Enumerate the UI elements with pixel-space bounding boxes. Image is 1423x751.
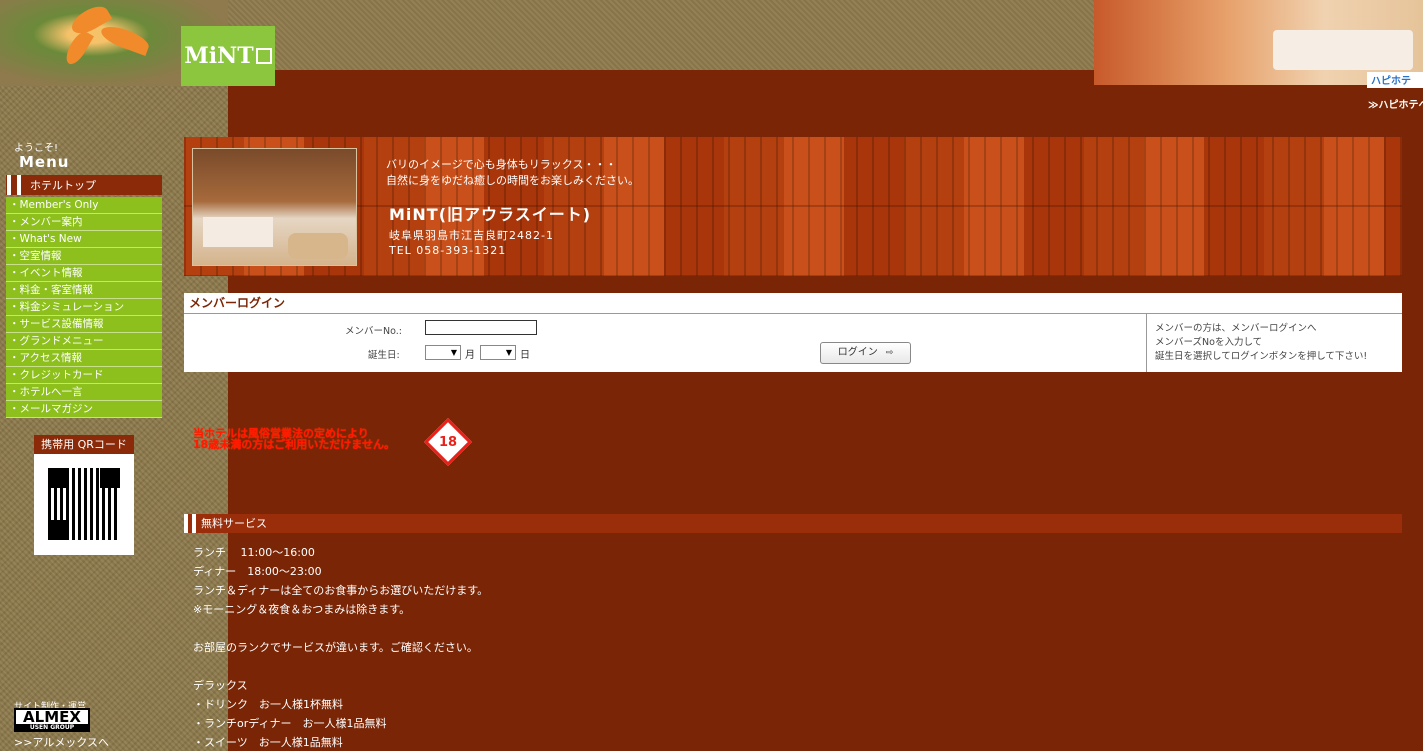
sidebar-item-vacancy[interactable]: ・空室情報 (6, 248, 162, 265)
qr-title: 携帯用 QRコード (34, 435, 134, 454)
banner-text: バリのイメージで心も身体もリラックス・・・ 自然に身をゆだね癒しの時間をお楽しみ… (386, 157, 639, 258)
free-service-title-text: 無料サービス (201, 517, 267, 530)
login-help: メンバーの方は、メンバーログインへ メンバーズNoを入力して 誕生日を選択してロ… (1155, 322, 1367, 364)
sidebar-item-mail-magazine[interactable]: ・メールマガジン (6, 401, 162, 418)
almex-link[interactable]: >>アルメックスへ (14, 734, 109, 750)
hotel-tel: TEL 058-393-1321 (389, 244, 507, 257)
birth-month-select[interactable]: ▼ (425, 345, 461, 360)
service-line (193, 657, 488, 676)
qr-code-icon (48, 468, 120, 540)
login-form: メンバーNo.: 誕生日: ▼ 月 ▼ 日 ログイン ⇨ メンバーの方は、メンバー… (184, 314, 1402, 372)
top-texture-band (228, 0, 1094, 70)
sidebar-item-services[interactable]: ・サービス設備情報 (6, 316, 162, 333)
service-line: デラックス (193, 679, 248, 692)
qr-code-box: 携帯用 QRコード (34, 435, 134, 555)
service-line: ※モーニング＆夜食＆おつまみは除きます。 (193, 603, 411, 616)
menu-title: Menu (19, 153, 70, 171)
happy-hotel-link[interactable]: ≫ハピホテへ (1368, 96, 1423, 111)
sidebar-item-members-only[interactable]: ・Member's Only (6, 197, 162, 214)
service-line: ・ドリンク お一人様1杯無料 (193, 698, 343, 711)
day-unit: 日 (520, 350, 530, 361)
login-help-3: 誕生日を選択してログインボタンを押して下さい! (1155, 351, 1368, 362)
free-service-title: 無料サービス (184, 514, 1402, 533)
age-notice-line-2: 18歳未満の方はご利用いただけません。 (193, 438, 395, 451)
sidebar-item-member-guide[interactable]: ・メンバー案内 (6, 214, 162, 231)
service-line: ランチ 11:00～16:00 (193, 546, 315, 559)
service-line: ・ランチorディナー お一人様1品無料 (193, 717, 387, 730)
service-line: お部屋のランクでサービスが違います。ご確認ください。 (193, 641, 478, 654)
free-service-text: ランチ 11:00～16:00 ディナー 18:00～23:00 ランチ＆ディナ… (193, 543, 488, 751)
logo-mark-icon (255, 48, 272, 64)
age-badge-number: 18 (438, 434, 458, 450)
age-notice: 当ホテルは風俗営業法の定めにより 18歳未満の方はご利用いただけません。 (193, 428, 395, 450)
login-title: メンバーログイン (184, 293, 1402, 314)
member-no-input[interactable] (425, 320, 537, 335)
hotel-logo[interactable]: MiNT (181, 26, 275, 86)
hotel-top-label: ホテルトップ (30, 179, 96, 192)
bars-icon (7, 175, 21, 195)
sidebar-item-message[interactable]: ・ホテルへ一言 (6, 384, 162, 401)
login-button[interactable]: ログイン ⇨ (820, 342, 911, 364)
bed-shape (1273, 30, 1413, 70)
service-line (193, 619, 488, 638)
birth-day-select[interactable]: ▼ (480, 345, 516, 360)
happy-hotel-banner[interactable]: ハピホテ (1367, 72, 1423, 88)
service-line: ・スイーツ お一人様1品無料 (193, 736, 343, 749)
bars-icon (184, 514, 196, 533)
login-help-1: メンバーの方は、メンバーログインへ (1155, 323, 1317, 334)
hotel-name: MiNT(旧アウラスイート) (389, 205, 592, 224)
welcome-text: ようこそ! (14, 143, 59, 154)
month-unit: 月 (465, 350, 475, 361)
birthday-label: 誕生日: (368, 350, 400, 361)
logo-text: MiNT (184, 43, 254, 69)
sidebar-item-credit-card[interactable]: ・クレジットカード (6, 367, 162, 384)
sidebar-item-events[interactable]: ・イベント情報 (6, 265, 162, 282)
service-line: ディナー 18:00～23:00 (193, 565, 322, 578)
arrow-right-icon: ⇨ (885, 348, 894, 358)
sidebar-item-access[interactable]: ・アクセス情報 (6, 350, 162, 367)
login-button-label: ログイン (837, 347, 878, 358)
room-thumbnail (192, 148, 357, 266)
sidebar-item-rate-simulation[interactable]: ・料金シミュレーション (6, 299, 162, 316)
service-line: ランチ＆ディナーは全てのお食事からお選びいただけます。 (193, 584, 489, 597)
hotel-banner: バリのイメージで心も身体もリラックス・・・ 自然に身をゆだね癒しの時間をお楽しみ… (184, 137, 1402, 276)
tagline-2: 自然に身をゆだね癒しの時間をお楽しみください。 (386, 174, 639, 187)
member-no-label: メンバーNo.: (345, 326, 402, 337)
sidebar-item-rates-rooms[interactable]: ・料金・客室情報 (6, 282, 162, 299)
sidebar-item-hotel-top[interactable]: ホテルトップ (6, 175, 162, 195)
login-help-2: メンバーズNoを入力して (1155, 337, 1263, 348)
sidebar-item-grand-menu[interactable]: ・グランドメニュー (6, 333, 162, 350)
sidebar-menu: ・Member's Only ・メンバー案内 ・What's New ・空室情報… (6, 197, 162, 418)
age-18-icon: 18 (423, 417, 473, 467)
hotel-address: 岐阜県羽島市江吉良町2482-1 (389, 229, 554, 242)
almex-logo[interactable]: ALMEX USEN GROUP (14, 708, 90, 732)
tagline-1: バリのイメージで心も身体もリラックス・・・ (386, 158, 617, 171)
sidebar-item-whats-new[interactable]: ・What's New (6, 231, 162, 248)
